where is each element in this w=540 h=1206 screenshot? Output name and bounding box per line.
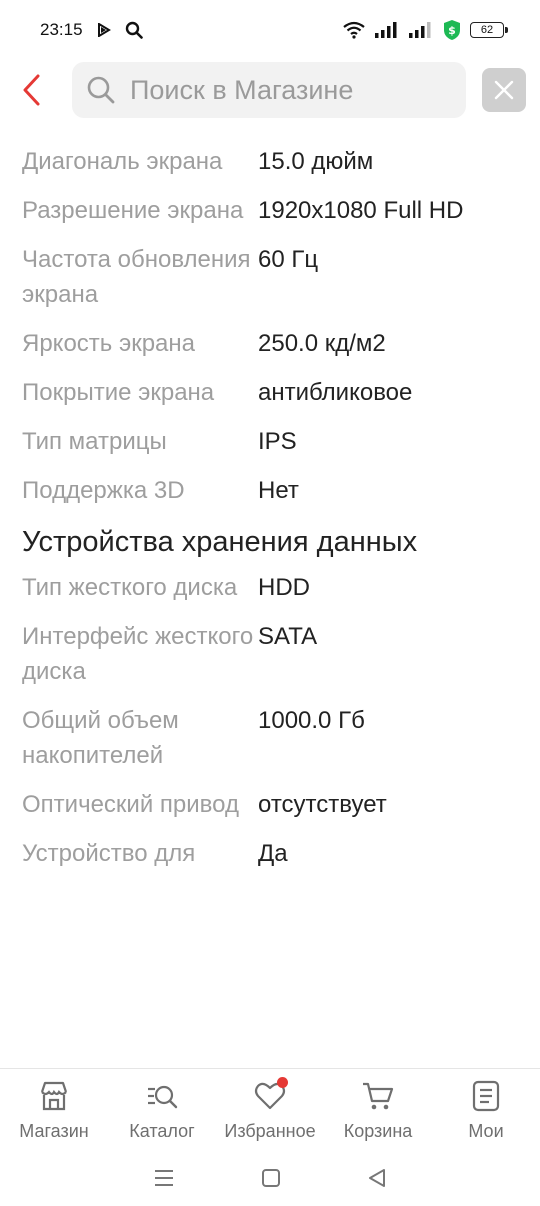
spec-row: Общий объем накопителей 1000.0 Гб <box>22 703 522 773</box>
status-bar: 23:15 $ 62 <box>0 0 540 60</box>
spec-key: Общий объем накопителей <box>22 707 179 769</box>
nav-item-my[interactable]: Мои <box>432 1069 540 1150</box>
spec-value: 1920x1080 Full HD <box>258 197 464 224</box>
spec-value: антибликовое <box>258 379 413 406</box>
notification-dot <box>277 1077 288 1088</box>
home-icon[interactable] <box>261 1168 281 1188</box>
spec-key: Диагональ экрана <box>22 148 223 175</box>
signal-icon-2 <box>409 22 431 38</box>
spec-row: Тип жесткого диска HDD <box>22 570 522 605</box>
nav-item-catalog[interactable]: Каталог <box>108 1069 216 1150</box>
spec-key: Частота обновления экрана <box>22 246 251 308</box>
spec-value: 15.0 дюйм <box>258 148 374 175</box>
spec-key: Поддержка 3D <box>22 477 185 504</box>
search-status-icon <box>125 21 143 39</box>
nav-item-favorites[interactable]: Избранное <box>216 1069 324 1150</box>
screen: 23:15 $ 62 Поиск в Магазине Диагональ эк… <box>0 0 540 1206</box>
spec-value: 250.0 кд/м2 <box>258 330 386 357</box>
spec-key: Тип жесткого диска <box>22 574 238 601</box>
spec-key: Яркость экрана <box>22 330 196 357</box>
spec-row: Устройство для Да <box>22 836 522 871</box>
spec-row: Диагональ экрана 15.0 дюйм <box>22 144 522 179</box>
spec-value: HDD <box>258 574 310 601</box>
spec-value: SATA <box>258 623 318 650</box>
store-icon <box>40 1081 68 1111</box>
section-title-storage: Устройства хранения данных <box>22 526 418 558</box>
specs-list: Диагональ экрана 15.0 дюйм Разрешение экра… <box>22 144 522 885</box>
back-nav-icon[interactable] <box>367 1168 387 1188</box>
shield-icon: $ <box>444 20 460 40</box>
spec-key: Покрытие экрана <box>22 379 215 406</box>
spec-value: 60 Гц <box>258 246 319 273</box>
battery-level: 62 <box>480 24 494 36</box>
search-icon <box>87 76 115 104</box>
nav-item-cart[interactable]: Корзина <box>324 1069 432 1150</box>
close-icon <box>494 80 514 100</box>
search-box[interactable] <box>72 62 466 118</box>
system-nav-bar <box>0 1150 540 1206</box>
signal-icon <box>375 22 397 38</box>
menu-icon[interactable] <box>153 1168 175 1188</box>
spec-key: Разрешение экрана <box>22 197 244 224</box>
spec-key: Тип матрицы <box>22 428 167 455</box>
top-bar <box>0 60 540 120</box>
orders-icon <box>472 1080 500 1112</box>
spec-row: Разрешение экрана 1920x1080 Full HD <box>22 193 522 228</box>
nav-label: Мои <box>468 1121 504 1141</box>
bottom-nav: Магазин Каталог Избранное Корзина Мои <box>0 1068 540 1150</box>
spec-value: IPS <box>258 428 297 455</box>
nav-label: Корзина <box>343 1121 413 1141</box>
spec-row: Тип матрицы IPS <box>22 424 522 459</box>
status-time: 23:15 <box>40 20 83 39</box>
spec-value: 1000.0 Гб <box>258 707 365 734</box>
chevron-left-icon <box>23 74 40 106</box>
spec-row: Оптический привод отсутствует <box>22 787 522 822</box>
search-input[interactable] <box>130 74 410 106</box>
display-specs: Диагональ экрана 15.0 дюйм Разрешение экра… <box>22 144 522 508</box>
spec-value: отсутствует <box>258 791 387 818</box>
catalog-search-icon <box>148 1085 178 1109</box>
play-icon <box>97 23 111 37</box>
clear-search-button[interactable] <box>482 68 526 112</box>
battery-indicator: 62 <box>470 22 508 38</box>
cart-icon <box>363 1082 394 1110</box>
spec-key: Интерфейс жесткого диска <box>22 623 254 685</box>
storage-specs: Тип жесткого диска HDD Интерфейс жесткого … <box>22 570 522 871</box>
spec-row: Частота обновления экрана 60 Гц <box>22 242 522 312</box>
spec-row: Поддержка 3D Нет <box>22 473 522 508</box>
nav-label: Каталог <box>129 1121 195 1141</box>
spec-row: Яркость экрана 250.0 кд/м2 <box>22 326 522 361</box>
specs-content[interactable]: Диагональ экрана 15.0 дюйм Разрешение экра… <box>0 120 540 1068</box>
spec-value: Да <box>258 840 288 867</box>
back-button[interactable] <box>20 66 60 114</box>
spec-key: Оптический привод <box>22 791 239 818</box>
nav-label: Избранное <box>224 1121 316 1141</box>
spec-row: Интерфейс жесткого диска SATA <box>22 619 522 689</box>
spec-key: Устройство для <box>22 840 196 867</box>
nav-item-store[interactable]: Магазин <box>0 1069 108 1150</box>
spec-value: Нет <box>258 477 299 504</box>
nav-label: Магазин <box>19 1121 89 1141</box>
wifi-icon <box>343 21 365 39</box>
svg-text:$: $ <box>448 24 456 37</box>
spec-row: Покрытие экрана антибликовое <box>22 375 522 410</box>
